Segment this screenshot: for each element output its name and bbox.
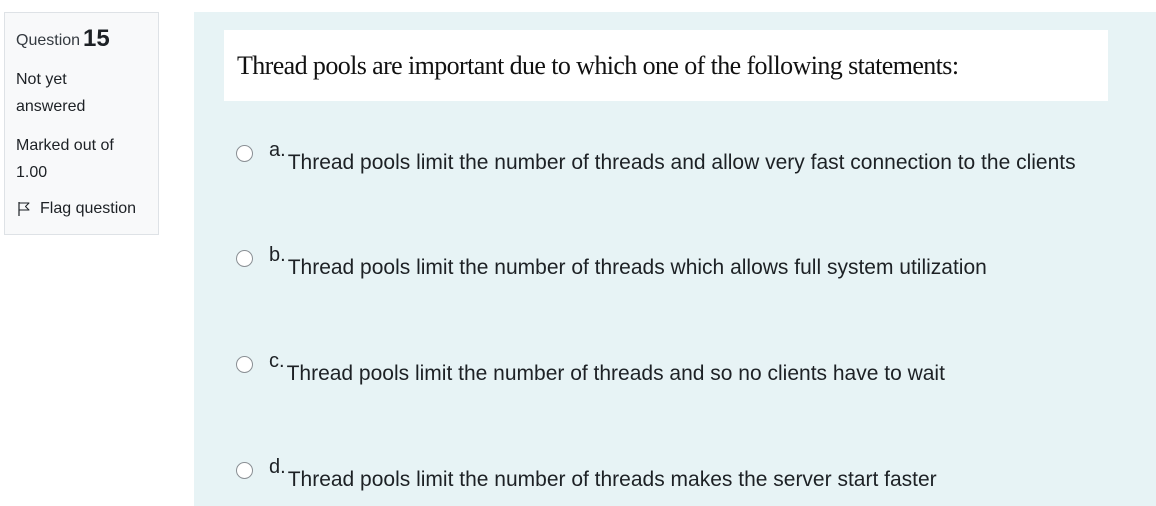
answer-option-b[interactable]: b. Thread pools limit the number of thre…: [236, 245, 987, 285]
radio-button-a[interactable]: [236, 145, 253, 162]
option-text-b: Thread pools limit the number of threads…: [287, 256, 987, 279]
question-state: Not yet answered: [16, 66, 148, 120]
question-number: Question 15: [16, 25, 148, 55]
option-letter-d: d.: [269, 456, 286, 478]
answer-option-d[interactable]: d. Thread pools limit the number of thre…: [236, 457, 937, 497]
option-text-a: Thread pools limit the number of threads…: [287, 151, 1076, 174]
question-info-panel: Question 15 Not yet answered Marked out o…: [4, 12, 159, 235]
flag-outline-icon: [16, 201, 32, 217]
grade-line-2: 1.00: [16, 164, 48, 181]
state-line-2: answered: [16, 98, 86, 115]
option-text-c: Thread pools limit the number of threads…: [286, 362, 945, 385]
question-grade: Marked out of 1.00: [16, 132, 148, 186]
option-letter-b: b.: [269, 244, 286, 266]
question-text: Thread pools are important due to which …: [237, 50, 959, 80]
option-letter-c: c.: [269, 350, 285, 372]
radio-button-c[interactable]: [236, 356, 253, 373]
option-letter-a: a.: [269, 139, 286, 161]
grade-line-1: Marked out of: [16, 137, 114, 154]
answer-option-a[interactable]: a. Thread pools limit the number of thre…: [236, 140, 1076, 180]
question-number-value: 15: [83, 25, 110, 52]
answer-option-c[interactable]: c. Thread pools limit the number of thre…: [236, 351, 945, 391]
option-text-d: Thread pools limit the number of threads…: [287, 468, 937, 491]
question-label: Question: [16, 32, 81, 49]
state-line-1: Not yet: [16, 71, 67, 88]
question-text-box: Thread pools are important due to which …: [224, 30, 1108, 101]
flag-question-link[interactable]: Flag question: [16, 198, 148, 220]
radio-button-d[interactable]: [236, 462, 253, 479]
radio-button-b[interactable]: [236, 250, 253, 267]
flag-question-label: Flag question: [40, 200, 137, 217]
question-content: Thread pools are important due to which …: [194, 12, 1156, 506]
